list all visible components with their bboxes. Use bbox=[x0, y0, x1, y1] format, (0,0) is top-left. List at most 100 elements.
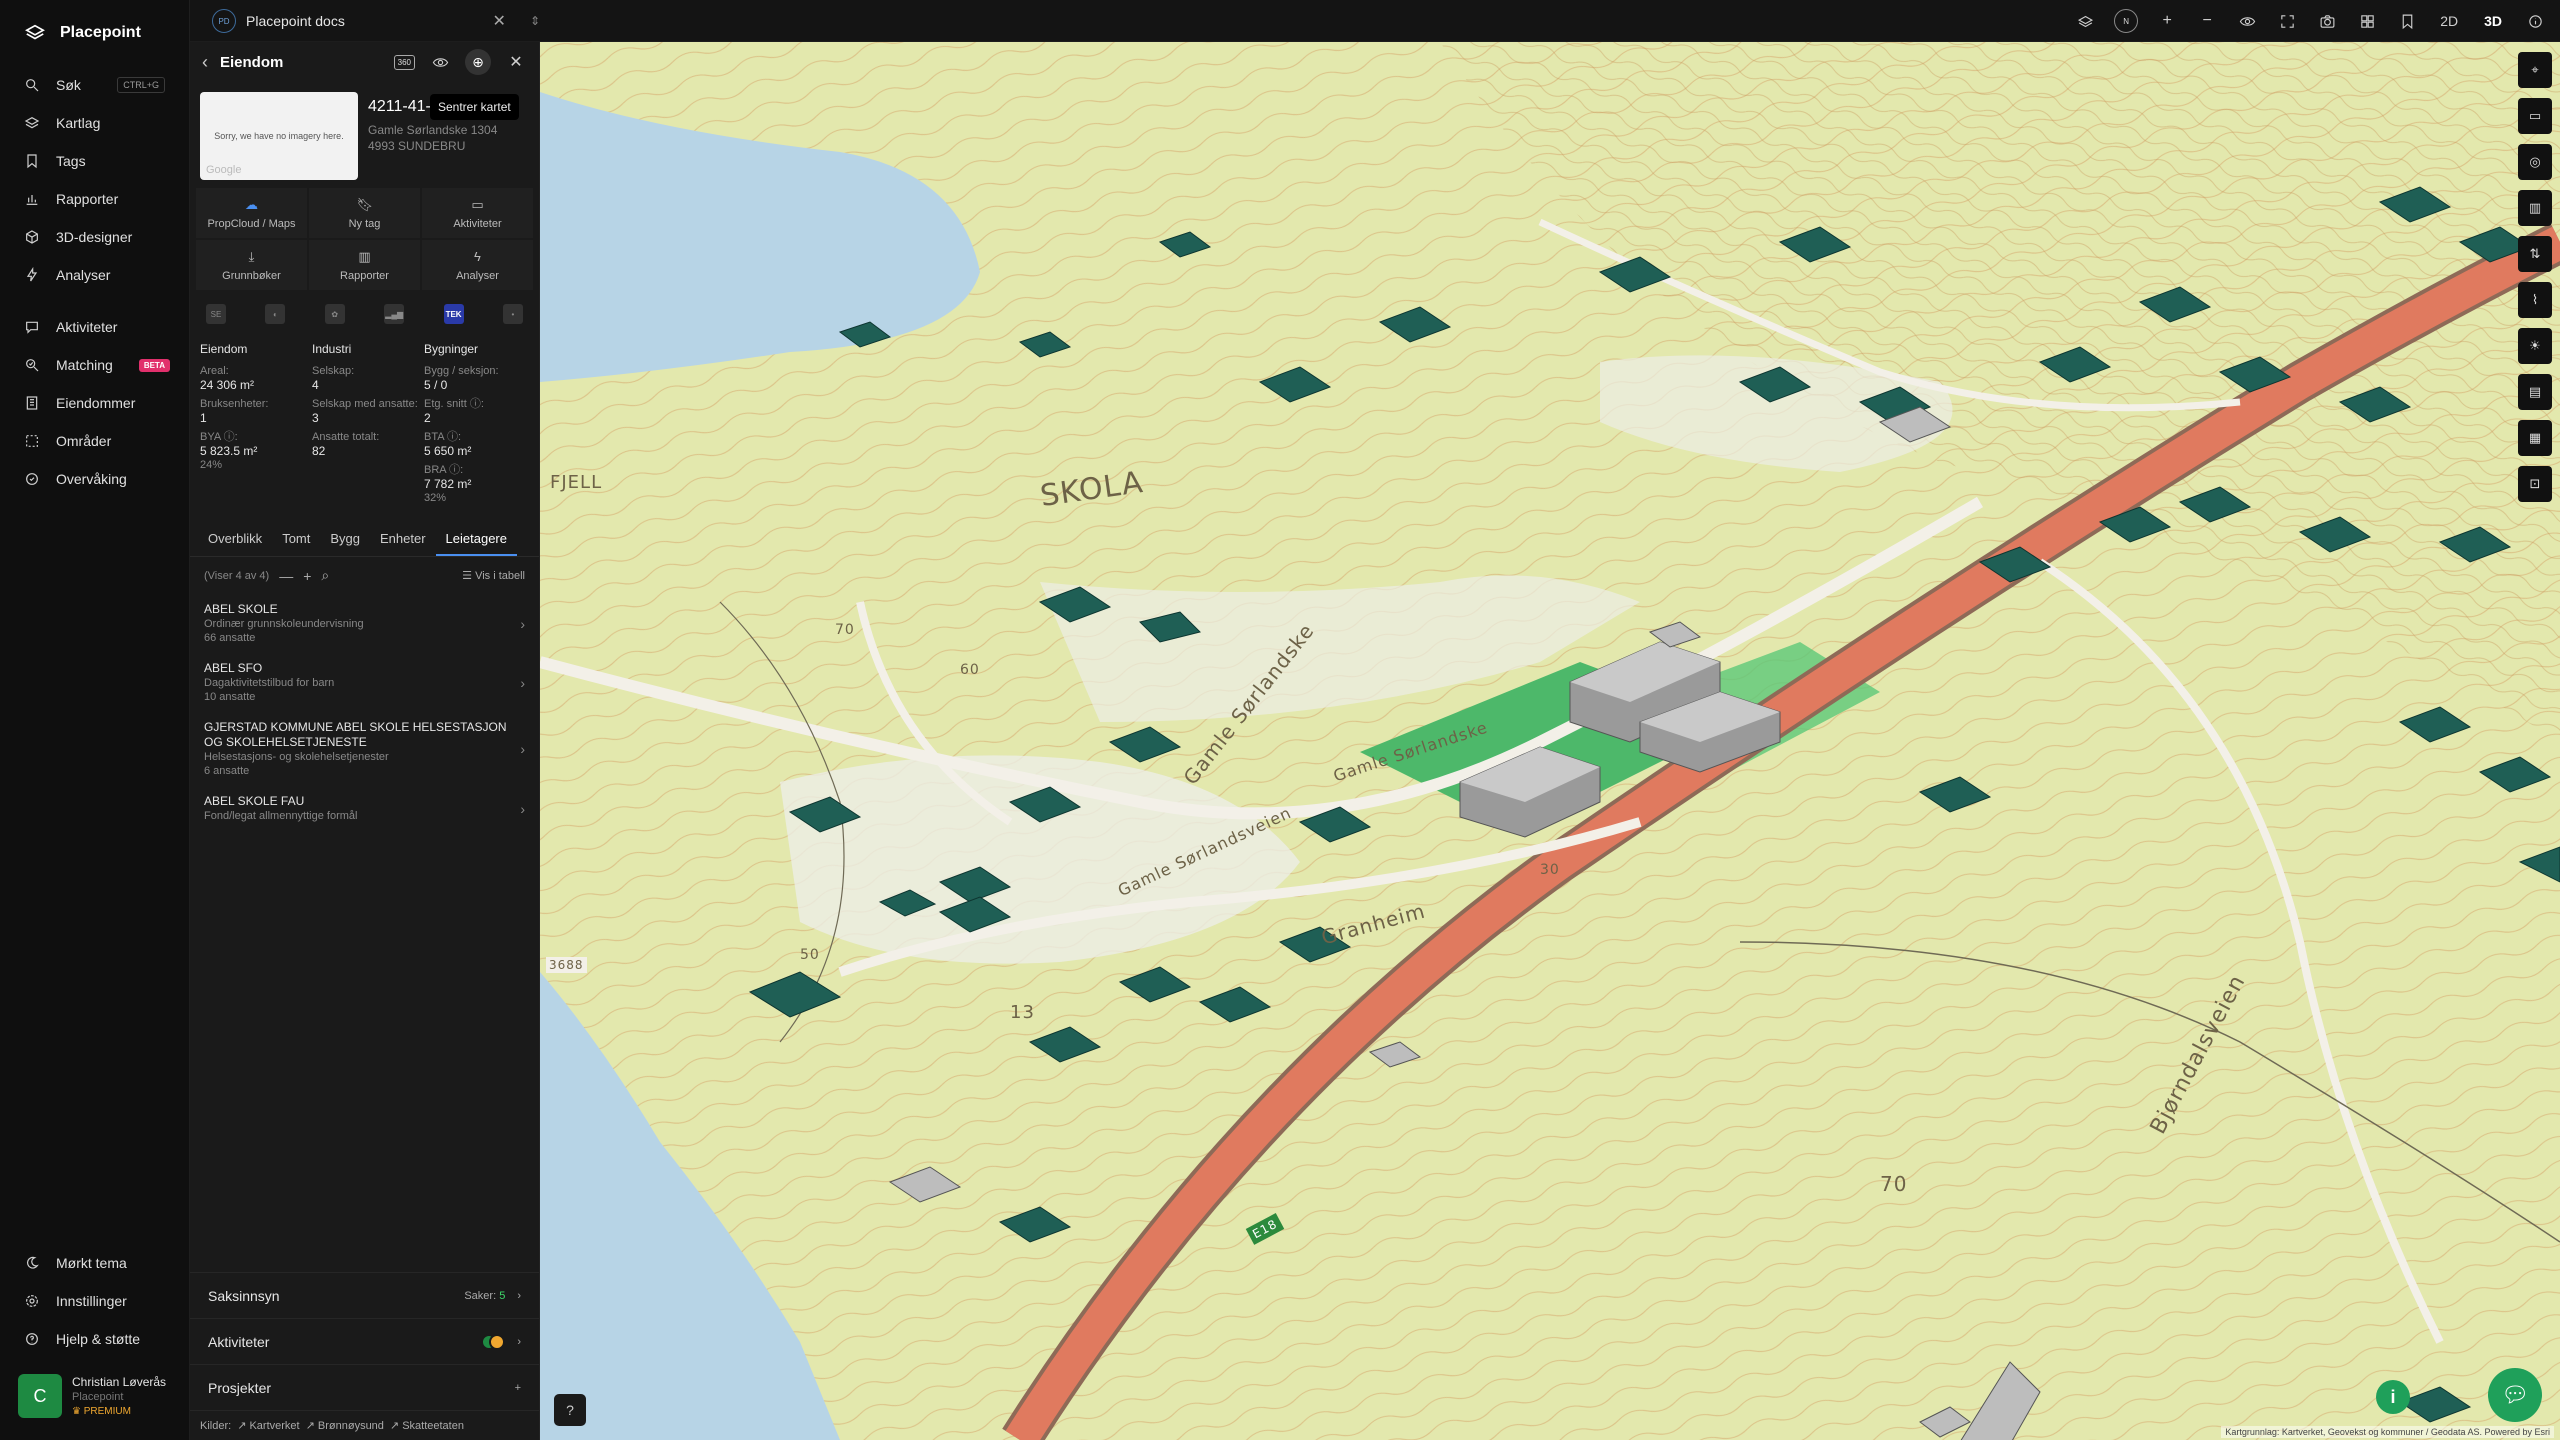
source-link[interactable]: ↗ Kartverket bbox=[237, 1419, 299, 1432]
chat-button[interactable]: 💬︎ bbox=[2488, 1368, 2542, 1422]
brand[interactable]: Placepoint bbox=[0, 0, 189, 66]
stats-header: Industri bbox=[312, 342, 352, 356]
area-icon bbox=[26, 435, 38, 447]
statistics-icon[interactable]: ▦ bbox=[2518, 420, 2552, 456]
source-link[interactable]: ↗ Brønnøysund bbox=[306, 1419, 384, 1432]
nav-item-3d-designer[interactable]: 3D-designer bbox=[0, 218, 189, 256]
search-location-icon[interactable]: ⌖ bbox=[2518, 52, 2552, 88]
map-3d-view[interactable]: SKOLA FJELL Gamle Sørlandske Gamle Sørla… bbox=[540, 42, 2560, 1440]
collapse-icon[interactable]: — bbox=[279, 568, 293, 584]
search-icon[interactable]: ⌕ bbox=[321, 567, 329, 584]
view-360-button[interactable]: 360 bbox=[393, 54, 415, 70]
bolt-icon: ϟ bbox=[474, 248, 481, 264]
plus-icon[interactable]: + bbox=[303, 568, 311, 584]
tab-bygg[interactable]: Bygg bbox=[320, 525, 370, 556]
nav-item-help[interactable]: Hjelp & støtte bbox=[0, 1320, 189, 1358]
source-link[interactable]: ↗ Skatteetaten bbox=[390, 1419, 464, 1432]
analyses-button[interactable]: ϟ Analyser bbox=[422, 240, 533, 290]
camera-icon[interactable] bbox=[2316, 10, 2338, 32]
nav-item-search[interactable]: Søk CTRL+G bbox=[0, 66, 189, 104]
close-icon[interactable]: ✕ bbox=[505, 51, 527, 73]
street-view-icon[interactable]: ◎ bbox=[2518, 144, 2552, 180]
nav-item-label: Mørkt tema bbox=[56, 1255, 127, 1271]
building-height-icon[interactable]: ▤ bbox=[2518, 374, 2552, 410]
center-map-button[interactable]: ⊕ bbox=[465, 49, 491, 75]
tab-leietagere[interactable]: Leietagere bbox=[435, 525, 517, 556]
tab-overblikk[interactable]: Overblikk bbox=[198, 525, 272, 556]
bookmark-icon[interactable] bbox=[2396, 10, 2418, 32]
list-item[interactable]: ABEL SKOLE Ordinær grunnskoleundervisnin… bbox=[190, 594, 539, 653]
tenant-name: ABEL SKOLE bbox=[204, 602, 278, 616]
close-icon[interactable]: ✕ bbox=[493, 11, 506, 31]
info-button[interactable]: i bbox=[2376, 1380, 2410, 1414]
zoom-out-icon[interactable]: − bbox=[2196, 10, 2218, 32]
nav-item-aktiviteter[interactable]: Aktiviteter bbox=[0, 308, 189, 346]
nav-item-rapporter[interactable]: Rapporter bbox=[0, 180, 189, 218]
tab-tomt[interactable]: Tomt bbox=[272, 525, 320, 556]
eye-icon[interactable] bbox=[2236, 10, 2258, 32]
chart-icon[interactable]: ▥ bbox=[2518, 190, 2552, 226]
user-plan: ♛ PREMIUM bbox=[72, 1406, 166, 1417]
user-profile[interactable]: C Christian Løverås Placepoint ♛ PREMIUM bbox=[0, 1358, 189, 1440]
section-aktiviteter[interactable]: Aktiviteter › bbox=[190, 1318, 539, 1364]
nav-item-settings[interactable]: Innstillinger bbox=[0, 1282, 189, 1320]
list-item[interactable]: ABEL SKOLE FAU Fond/legat allmennyttige … bbox=[190, 786, 539, 831]
export-icon[interactable]: ⊡ bbox=[2518, 466, 2552, 502]
compass-icon[interactable]: N bbox=[2114, 9, 2139, 33]
address-line-1[interactable]: Gamle Sørlandske 1304 bbox=[368, 122, 497, 138]
list-item[interactable]: GJERSTAD KOMMUNE ABEL SKOLE HELSESTASJON… bbox=[190, 712, 539, 786]
layers-stack-icon[interactable] bbox=[2074, 10, 2096, 32]
panel-title: Eiendom bbox=[220, 53, 284, 71]
nav-item-label: Overvåking bbox=[56, 471, 127, 487]
nav-item-analyser[interactable]: Analyser bbox=[0, 256, 189, 294]
nav-item-matching[interactable]: Matching BETA bbox=[0, 346, 189, 384]
plant-layer-icon[interactable]: ✿ bbox=[324, 304, 345, 324]
zoom-in-icon[interactable]: + bbox=[2156, 10, 2178, 32]
list-item[interactable]: ABEL SFO Dagaktivitetstilbud for barn 10… bbox=[190, 653, 539, 712]
street-view-image[interactable]: Sorry, we have no imagery here. Google bbox=[200, 92, 358, 180]
activities-button[interactable]: ▭ Aktiviteter bbox=[422, 188, 533, 238]
propcloud-button[interactable]: ☁ PropCloud / Maps bbox=[196, 188, 307, 238]
nav-item-overvaking[interactable]: Overvåking bbox=[0, 460, 189, 498]
tab-enheter[interactable]: Enheter bbox=[370, 525, 436, 556]
reports-button[interactable]: ▥ Rapporter bbox=[309, 240, 420, 290]
grid-icon[interactable] bbox=[2356, 10, 2378, 32]
stats-eiendom: Eiendom Areal: 24 306 m² Bruksenheter: 1… bbox=[200, 336, 312, 509]
nav-item-kartlag[interactable]: Kartlag bbox=[0, 104, 189, 142]
plus-icon[interactable]: + bbox=[515, 1382, 521, 1394]
globe-layer-icon[interactable]: ◐ bbox=[265, 304, 286, 324]
fullscreen-icon[interactable] bbox=[2276, 10, 2298, 32]
land-registry-button[interactable]: ⤓ Grunnbøker bbox=[196, 240, 307, 290]
info-icon[interactable] bbox=[2524, 10, 2546, 32]
tenant-employees: 66 ansatte bbox=[204, 632, 256, 644]
new-tag-button[interactable]: 🔖︎ Ny tag bbox=[309, 188, 420, 238]
source-name: Brønnøysund bbox=[317, 1420, 384, 1432]
nav-item-tags[interactable]: Tags bbox=[0, 142, 189, 180]
tek-layer-icon[interactable]: TEK bbox=[443, 304, 464, 324]
nav-item-label: Aktiviteter bbox=[56, 319, 118, 335]
se-layer-icon[interactable]: SE bbox=[206, 304, 226, 324]
terrain-map[interactable] bbox=[540, 42, 2560, 1440]
nav-item-omrader[interactable]: Områder bbox=[0, 422, 189, 460]
mode-3d-button[interactable]: 3D bbox=[2480, 11, 2506, 31]
section-prosjekter[interactable]: Prosjekter + bbox=[190, 1364, 539, 1410]
show-table-button[interactable]: ☰ Vis i tabell bbox=[462, 569, 525, 582]
help-button[interactable]: ? bbox=[554, 1394, 586, 1426]
analysis-icon[interactable]: ⇅ bbox=[2518, 236, 2552, 272]
mode-2d-button[interactable]: 2D bbox=[2436, 11, 2462, 31]
energy-layer-icon[interactable]: ▂▄▆ bbox=[384, 304, 405, 324]
section-saksinnsyn[interactable]: Saksinnsyn Saker: 5 › bbox=[190, 1272, 539, 1318]
sort-icon[interactable]: ⇕ bbox=[530, 14, 540, 28]
nav-item-dark-theme[interactable]: Mørkt tema bbox=[0, 1244, 189, 1282]
elevation-icon[interactable]: ⌇ bbox=[2518, 282, 2552, 318]
back-icon[interactable]: ‹ bbox=[202, 52, 208, 73]
panel-header: ‹ Eiendom 360 ⊕ ✕ bbox=[190, 42, 539, 82]
shortcut-badge: CTRL+G bbox=[117, 77, 165, 93]
sun-icon[interactable]: ☀ bbox=[2518, 328, 2552, 364]
document-tab[interactable]: PD Placepoint docs ✕ ⇕ bbox=[206, 6, 546, 36]
nav-item-eiendommer[interactable]: Eiendommer bbox=[0, 384, 189, 422]
eye-icon[interactable] bbox=[429, 51, 451, 73]
other-layer-icon[interactable]: • bbox=[502, 304, 523, 324]
property-stats: Eiendom Areal: 24 306 m² Bruksenheter: 1… bbox=[190, 330, 539, 515]
measure-icon[interactable]: ▭ bbox=[2518, 98, 2552, 134]
